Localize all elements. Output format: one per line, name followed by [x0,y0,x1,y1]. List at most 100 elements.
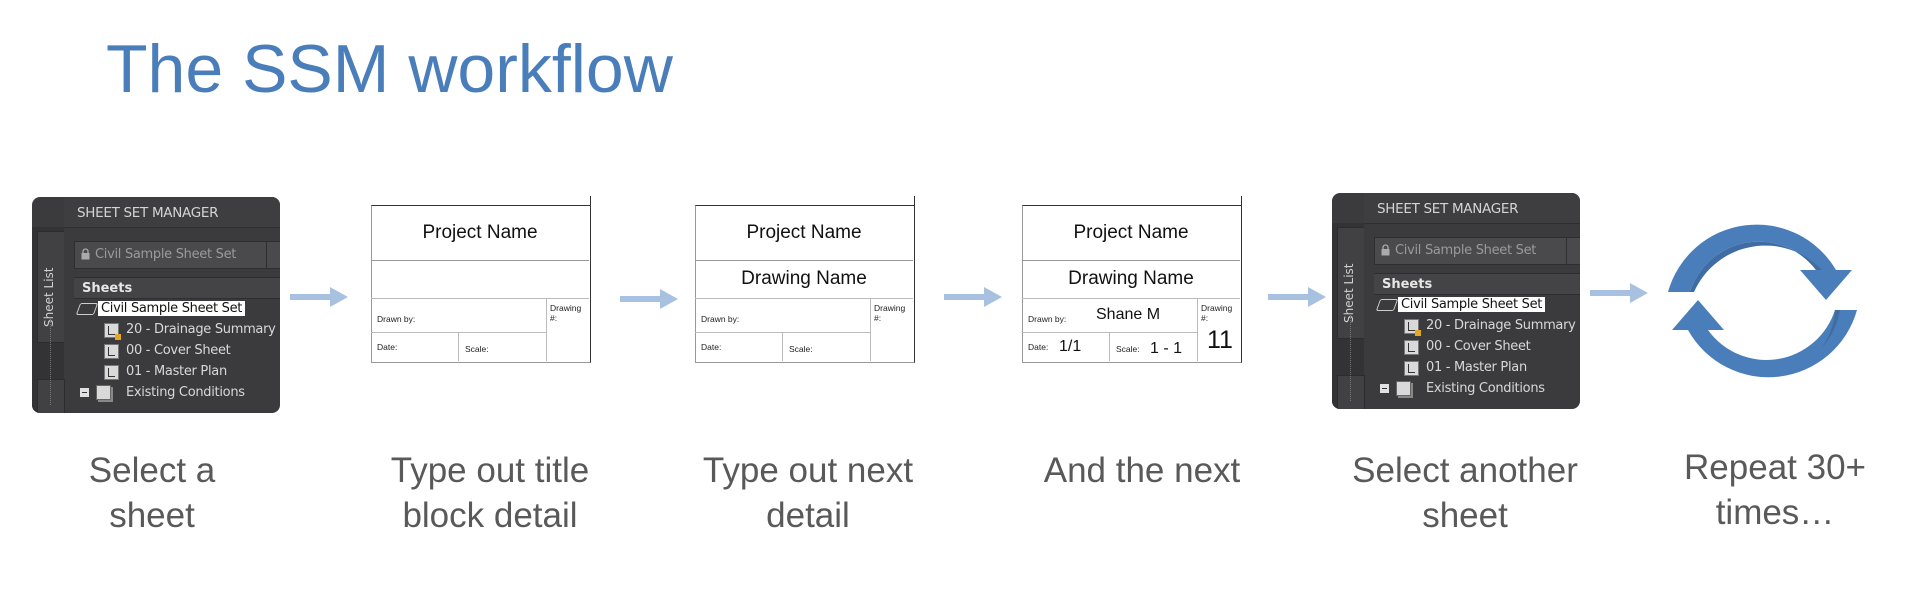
drawing-name-field[interactable]: Drawing Name [695,260,913,299]
drawing-number-field[interactable]: Drawing #: [871,298,913,361]
title-block-filled: Project Name Drawing Name Drawn by: Shan… [1014,196,1242,364]
frame-line [589,196,591,206]
project-name-field[interactable]: Project Name [695,205,913,261]
tree-item-label: Civil Sample Sheet Set [1398,297,1546,312]
drawing-number-label: Drawing #: [874,303,906,323]
caption-line: And the next [1043,451,1241,490]
sheet-icon [1404,340,1419,355]
step-caption: Repeat 30+ times… [1650,445,1900,535]
tree-item-label: 20 - Drainage Summary [126,322,276,337]
sheet-set-icon [1375,299,1399,311]
dropdown-value: Civil Sample Sheet Set [95,247,237,262]
title-block-partial: Project Name Drawing Name Drawn by: Date… [687,196,915,364]
lock-icon [115,334,121,340]
date-label: Date: [1028,342,1049,352]
tree-item-label: 01 - Master Plan [1426,360,1527,375]
lock-icon [1415,330,1421,336]
panel-title: SHEET SET MANAGER [1377,201,1519,217]
date-field[interactable]: Date: [695,332,783,361]
drawn-by-label: Drawn by: [1028,314,1067,324]
date-field[interactable]: Date: 1/1 [1022,332,1110,361]
date-field[interactable]: Date: [371,332,459,361]
sheet-set-dropdown[interactable]: Civil Sample Sheet Set [1374,237,1580,265]
arrow-right-icon [620,289,678,309]
panel-header: SHEET SET MANAGER [1364,193,1580,224]
slide-title: The SSM workflow [106,31,673,107]
dropdown-value: Civil Sample Sheet Set [1395,243,1537,258]
title-block-empty: Project Name Drawn by: Date: Scale: Draw… [363,196,591,364]
drawing-name-field[interactable]: Drawing Name [1022,260,1240,299]
sheet-icon [1404,361,1419,376]
subset-icon [96,385,111,400]
scale-field[interactable]: Scale: [783,332,871,361]
frame-line [1240,196,1242,206]
tab-other[interactable] [1337,375,1365,409]
drawing-number-label: Drawing #: [1201,303,1233,323]
tab-other[interactable] [37,379,65,413]
sheet-set-icon [75,303,99,315]
drawing-number-field[interactable]: Drawing #: 11 [1198,298,1240,361]
collapse-icon[interactable] [1380,384,1389,393]
tree-item-label: 00 - Cover Sheet [126,343,231,358]
sheet-set-manager-panel: Sheet List SHEET SET MANAGER Civil Sampl… [1332,193,1580,409]
chevron-down-icon[interactable] [1566,238,1580,264]
step-caption: Select a sheet [52,448,252,538]
section-label: Sheets [82,281,133,296]
step-caption: And the next [1012,448,1272,493]
lock-icon [1381,244,1390,256]
tree-item-label: Civil Sample Sheet Set [98,301,246,316]
date-label: Date: [377,342,398,352]
caption-line: Select another [1352,451,1578,490]
drawing-name-field[interactable] [371,260,589,299]
drawn-by-field[interactable]: Drawn by: [371,298,547,333]
tab-label: Sheet List [42,267,56,327]
frame-line [913,196,915,206]
caption-line: Select a [88,451,216,490]
arrow-right-icon [290,287,348,307]
tree-item-label: Existing Conditions [126,385,245,400]
sheet-set-manager-panel: Sheet List SHEET SET MANAGER Civil Sampl… [32,197,280,413]
sheet-icon [104,365,119,380]
caption-line: sheet [1422,496,1508,535]
project-name-field[interactable]: Project Name [1022,205,1240,261]
sheets-section-header: Sheets [74,277,280,299]
cycle-arrows-icon [1668,224,1857,378]
caption-line: Type out next [702,451,914,490]
drawing-number-value: 11 [1207,326,1233,354]
step-caption: Type out next detail [678,448,938,538]
tab-label: Sheet List [1342,263,1356,323]
collapse-icon[interactable] [80,388,89,397]
scale-value: 1 - 1 [1150,340,1183,357]
chevron-down-icon[interactable] [266,242,280,268]
date-label: Date: [701,342,722,352]
drawn-by-label: Drawn by: [701,314,740,324]
sheet-icon [104,344,119,359]
subset-icon [1396,381,1411,396]
tree-item-label: 20 - Drainage Summary [1426,318,1576,333]
caption-line: Repeat 30+ [1684,448,1866,487]
drawn-by-field[interactable]: Drawn by: Shane M [1022,298,1198,333]
tree-item-label: Existing Conditions [1426,381,1545,396]
date-value: 1/1 [1059,338,1082,355]
tree-item-label: 00 - Cover Sheet [1426,339,1531,354]
caption-line: sheet [109,496,195,535]
drawn-by-value: Shane M [1096,306,1161,323]
lock-icon [81,248,90,260]
sheet-icon [1404,319,1421,336]
scale-field[interactable]: Scale: 1 - 1 [1110,332,1198,361]
project-name-field[interactable]: Project Name [371,205,589,261]
drawn-by-field[interactable]: Drawn by: [695,298,871,333]
drawing-number-field[interactable]: Drawing #: [547,298,589,361]
tree-line [50,319,51,405]
caption-line: times… [1715,493,1835,532]
scale-label: Scale: [1116,344,1140,354]
tree-item-label: 01 - Master Plan [126,364,227,379]
panel-title: SHEET SET MANAGER [77,205,219,221]
sheets-section-header: Sheets [1374,273,1580,295]
arrow-right-icon [944,287,1002,307]
sheet-set-dropdown[interactable]: Civil Sample Sheet Set [74,241,280,269]
drawn-by-label: Drawn by: [377,314,416,324]
step-caption: Select another sheet [1335,448,1595,538]
scale-field[interactable]: Scale: [459,332,547,361]
arrow-right-icon [1268,287,1326,307]
